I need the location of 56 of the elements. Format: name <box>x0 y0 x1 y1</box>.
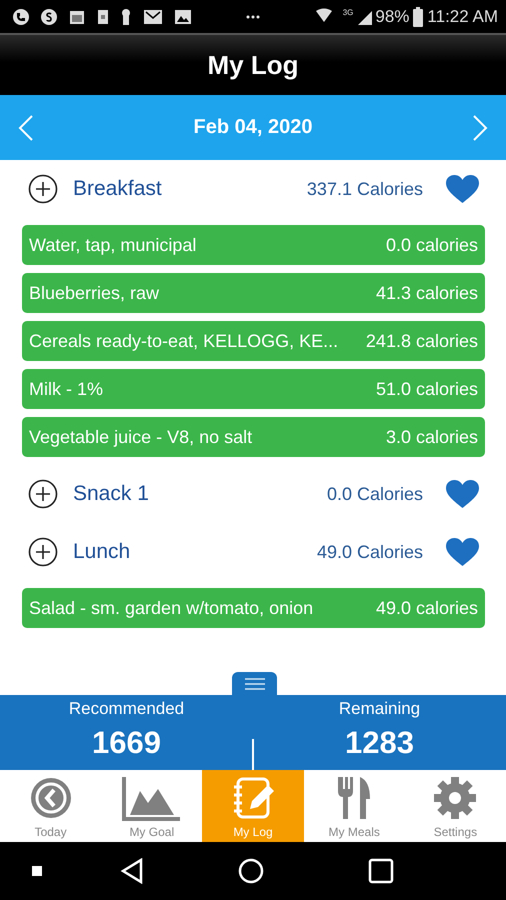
food-name: Water, tap, municipal <box>29 234 196 256</box>
food-calories: 241.8 calories <box>366 330 478 352</box>
meal-name: Snack 1 <box>73 482 150 506</box>
summary-value: 1283 <box>345 725 414 761</box>
keyhole-icon <box>120 8 132 26</box>
food-calories: 3.0 calories <box>386 426 478 448</box>
back-icon[interactable] <box>120 858 144 884</box>
image-icon <box>174 8 192 26</box>
food-name: Salad - sm. garden w/tomato, onion <box>29 598 314 618</box>
meal-calories: 49.0 Calories <box>316 542 423 562</box>
next-day-icon[interactable] <box>472 114 488 142</box>
food-name: Milk - 1% <box>29 378 104 400</box>
phone-icon <box>12 8 30 26</box>
previous-day-icon[interactable] <box>18 114 34 142</box>
food-name: Cereals ready-to-eat, KELLOGG, KE... <box>29 330 338 352</box>
network-type: 3G <box>342 8 354 17</box>
meal-name: Breakfast <box>73 177 163 201</box>
summary-label: Remaining <box>338 699 420 719</box>
summary-value: 1669 <box>92 725 161 761</box>
food-calories: 41.3 calories <box>376 282 478 304</box>
add-icon[interactable] <box>28 479 58 509</box>
meal-calories: 0.0 Calories <box>326 484 423 504</box>
selected-date: Feb 04, 2020 <box>194 116 312 139</box>
food-calories: 49.0 calories <box>376 598 478 618</box>
food-calories: 0.0 calories <box>386 234 478 256</box>
food-calories: 51.0 calories <box>376 378 478 400</box>
food-entry[interactable]: Salad - sm. garden w/tomato, onion 49.0 calories <box>22 588 485 628</box>
meal-name: Lunch <box>73 540 132 564</box>
food-entry[interactable]: Blueberries, raw 41.3 calories <box>22 273 485 313</box>
document-icon <box>96 8 110 26</box>
settings-icon <box>432 775 478 821</box>
recents-icon[interactable] <box>368 858 394 884</box>
summary-label: Recommended <box>68 699 184 719</box>
add-icon[interactable] <box>28 174 58 204</box>
heart-icon[interactable] <box>445 174 480 204</box>
more-icon <box>246 14 260 20</box>
food-entry[interactable]: Water, tap, municipal 0.0 calories <box>22 225 485 265</box>
meal-calories: 337.1 Calories <box>306 178 423 200</box>
food-entry[interactable]: Vegetable juice - V8, no salt 3.0 calories <box>22 417 485 457</box>
food-entry[interactable]: Cereals ready-to-eat, KELLOGG, KE... 241.8 calories <box>22 321 485 361</box>
heart-icon[interactable] <box>445 537 480 567</box>
add-icon[interactable] <box>28 537 58 567</box>
home-icon[interactable] <box>238 858 264 884</box>
battery-icon <box>413 6 424 26</box>
clock: 11:22 AM <box>427 6 498 26</box>
screen-title: My Log <box>208 50 298 80</box>
mountain-chart-icon <box>122 775 182 821</box>
food-entry[interactable]: Milk - 1% 51.0 calories <box>22 369 485 409</box>
battery-level: 98% <box>375 6 410 26</box>
food-name: Vegetable juice - V8, no salt <box>29 426 252 448</box>
mail-icon <box>142 8 164 26</box>
tab[interactable]: My Log <box>202 770 304 842</box>
signal-icon <box>357 8 374 24</box>
drawer-handle[interactable] <box>232 672 277 696</box>
food-name: Blueberries, raw <box>29 282 160 304</box>
heart-icon[interactable] <box>445 479 480 509</box>
